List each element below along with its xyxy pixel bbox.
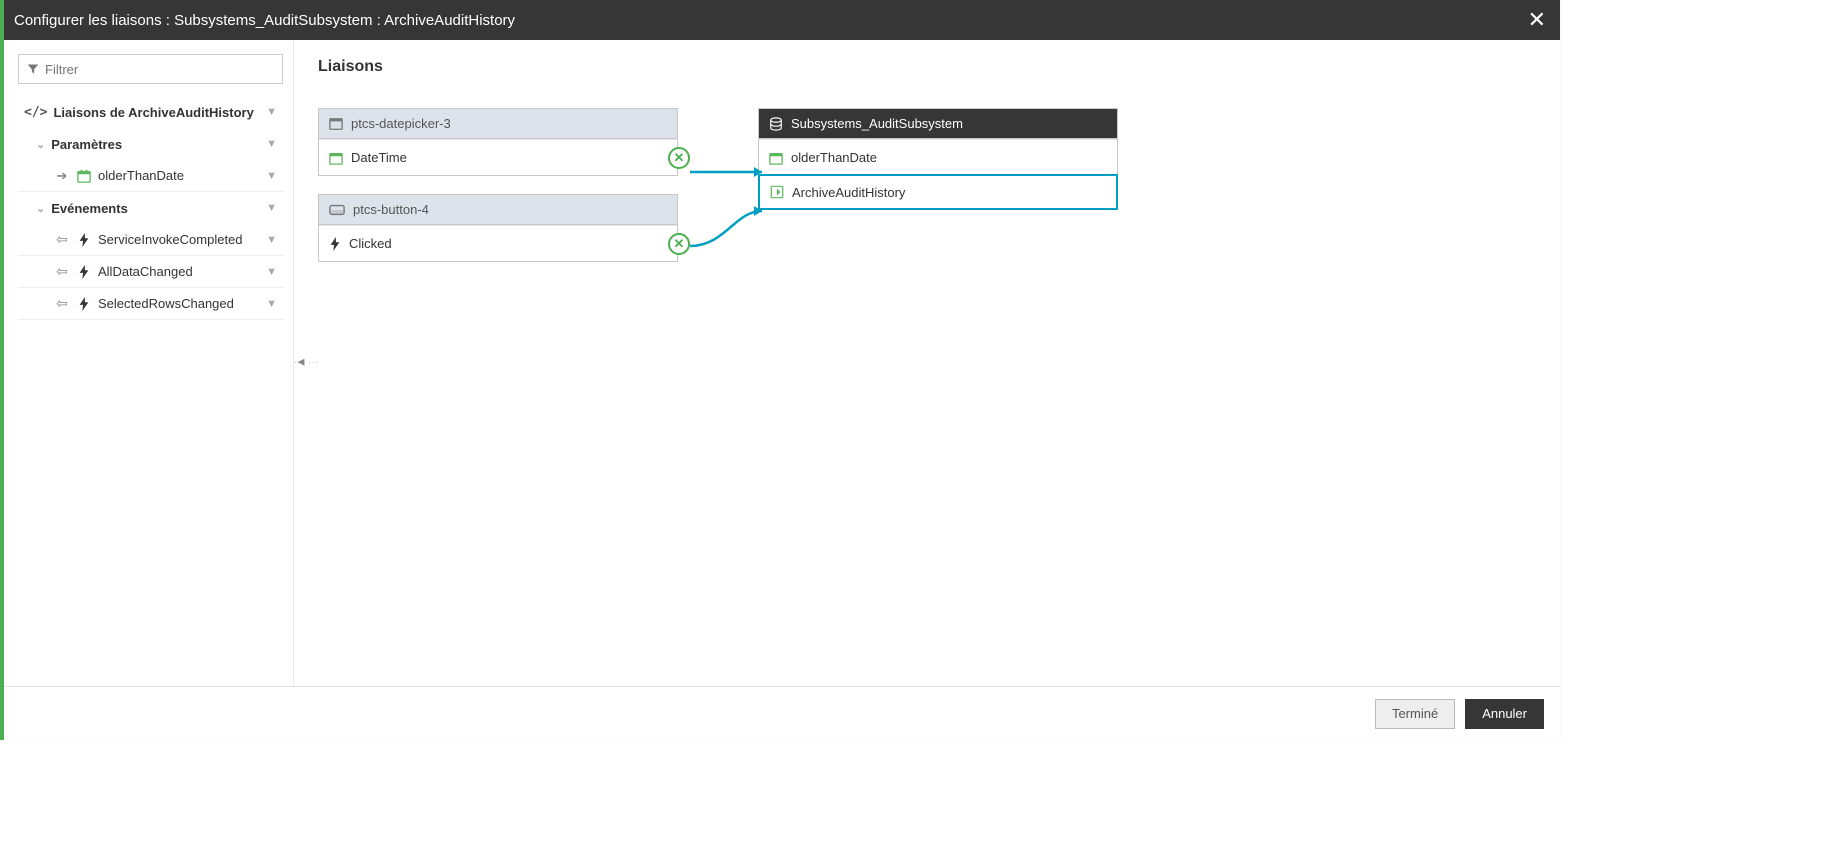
service-icon — [770, 185, 784, 199]
delete-binding-icon[interactable]: ✕ — [668, 147, 690, 169]
close-icon[interactable]: ✕ — [1528, 9, 1546, 31]
source-node-button[interactable]: ptcs-button-4 Clicked ✕ — [318, 194, 678, 262]
tree-item-selectedrowschanged[interactable]: ⇦ SelectedRowsChanged ▼ — [18, 288, 283, 320]
node-title: Subsystems_AuditSubsystem — [791, 116, 963, 131]
port-olderthandate[interactable]: olderThanDate — [759, 139, 1117, 175]
bolt-icon — [76, 297, 92, 311]
bolt-icon — [76, 265, 92, 279]
code-icon: </> — [24, 105, 47, 120]
done-button[interactable]: Terminé — [1375, 699, 1455, 729]
port-label: olderThanDate — [791, 150, 877, 165]
node-title: ptcs-button-4 — [353, 202, 429, 217]
port-archiveaudithistory[interactable]: ArchiveAuditHistory — [758, 174, 1118, 210]
port-datetime[interactable]: DateTime ✕ — [319, 139, 677, 175]
chevron-down-icon[interactable]: ▼ — [266, 138, 277, 150]
filter-box[interactable] — [18, 54, 283, 84]
chevron-down-icon[interactable]: ▼ — [266, 202, 277, 214]
port-clicked[interactable]: Clicked ✕ — [319, 225, 677, 261]
chevron-down-icon[interactable]: ▼ — [266, 170, 277, 182]
calendar-icon — [329, 151, 343, 165]
dialog-footer: Terminé Annuler — [4, 686, 1560, 740]
calendar-icon — [769, 151, 783, 165]
source-node-datepicker[interactable]: ptcs-datepicker-3 DateTime ✕ — [318, 108, 678, 176]
tree-item-olderthandate[interactable]: ➔ olderThanDate ▼ — [18, 160, 283, 192]
tree-root[interactable]: </> Liaisons de ArchiveAuditHistory ▼ — [18, 96, 283, 128]
bolt-icon — [76, 233, 92, 247]
chevron-down-icon[interactable]: ▼ — [266, 106, 277, 118]
delete-binding-icon[interactable]: ✕ — [668, 233, 690, 255]
tree: </> Liaisons de ArchiveAuditHistory ▼ ⌄ … — [18, 96, 283, 320]
arrow-left-icon: ⇦ — [54, 295, 70, 312]
arrow-right-icon: ➔ — [54, 168, 70, 184]
main-heading: Liaisons — [318, 58, 1536, 76]
filter-icon — [27, 63, 39, 75]
database-icon — [769, 117, 783, 131]
chevron-down-icon[interactable]: ▼ — [266, 234, 277, 246]
bolt-icon — [329, 237, 341, 251]
node-header[interactable]: Subsystems_AuditSubsystem — [759, 109, 1117, 139]
chevron-down-icon[interactable]: ▼ — [266, 266, 277, 278]
tree-item-alldatachanged[interactable]: ⇦ AllDataChanged ▼ — [18, 256, 283, 288]
chevron-down-icon[interactable]: ▼ — [266, 298, 277, 310]
port-label: DateTime — [351, 150, 407, 165]
node-title: ptcs-datepicker-3 — [351, 116, 451, 131]
filter-input[interactable] — [45, 62, 274, 77]
main-panel: ⋮◀⋮ Liaisons — [294, 40, 1560, 686]
calendar-icon — [76, 169, 92, 183]
widget-icon — [329, 204, 345, 216]
port-label: ArchiveAuditHistory — [792, 185, 905, 200]
node-header[interactable]: ptcs-datepicker-3 — [319, 109, 677, 139]
arrow-left-icon: ⇦ — [54, 263, 70, 280]
arrow-left-icon: ⇦ — [54, 231, 70, 248]
port-label: Clicked — [349, 236, 392, 251]
dialog-header: Configurer les liaisons : Subsystems_Aud… — [4, 0, 1560, 40]
splitter-handle[interactable]: ⋮◀⋮ — [294, 358, 318, 369]
tree-section-params[interactable]: ⌄ Paramètres ▼ — [18, 128, 283, 160]
widget-icon — [329, 117, 343, 131]
connector-line — [690, 206, 770, 256]
node-header[interactable]: ptcs-button-4 — [319, 195, 677, 225]
tree-item-serviceinvokecompleted[interactable]: ⇦ ServiceInvokeCompleted ▼ — [18, 224, 283, 256]
sidebar: </> Liaisons de ArchiveAuditHistory ▼ ⌄ … — [4, 40, 294, 686]
target-node-subsystem[interactable]: Subsystems_AuditSubsystem olderThanDate … — [758, 108, 1118, 210]
tree-section-events[interactable]: ⌄ Evénements ▼ — [18, 192, 283, 224]
cancel-button[interactable]: Annuler — [1465, 699, 1544, 729]
dialog-title: Configurer les liaisons : Subsystems_Aud… — [14, 12, 1528, 29]
chevron-down-icon: ⌄ — [36, 202, 45, 215]
chevron-down-icon: ⌄ — [36, 138, 45, 151]
